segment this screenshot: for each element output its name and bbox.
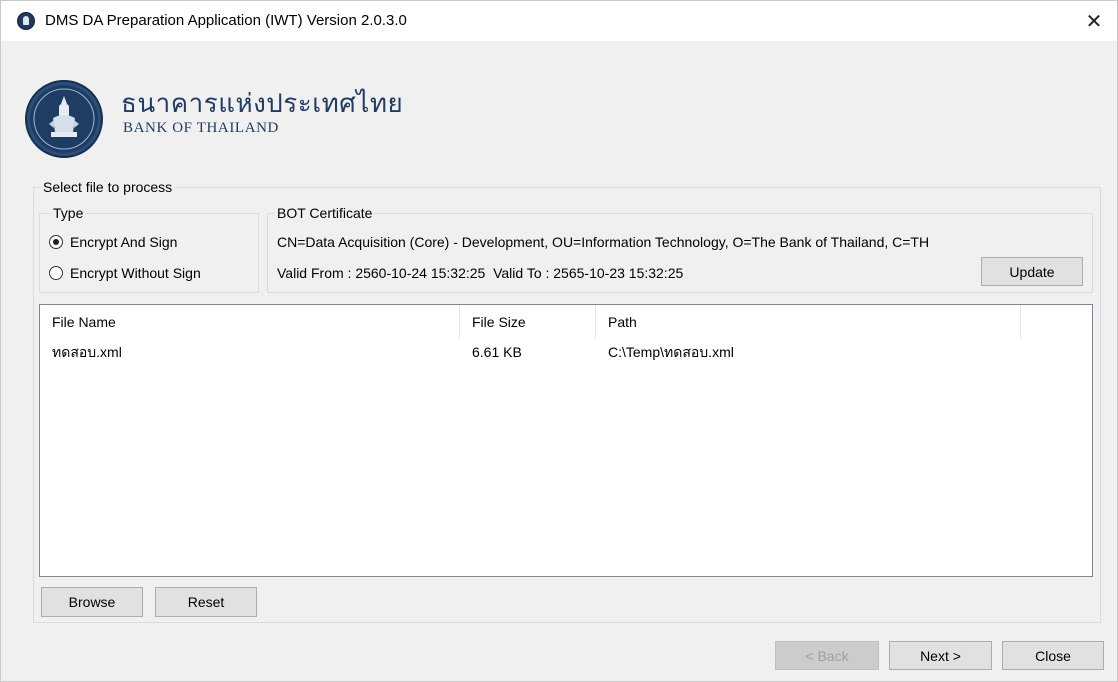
radio-label-encrypt-and-sign: Encrypt And Sign [70, 234, 178, 250]
back-button[interactable]: < Back [775, 641, 879, 670]
file-list-header: File Name File Size Path [40, 305, 1092, 339]
type-group-label: Type [51, 205, 86, 221]
type-group [39, 213, 259, 293]
select-file-group-label: Select file to process [41, 179, 175, 195]
cell-file-size: 6.61 KB [472, 344, 522, 360]
bank-english-name: BANK OF THAILAND [123, 120, 279, 136]
close-button[interactable]: Close [1002, 641, 1104, 670]
radio-encrypt-without-sign[interactable]: Encrypt Without Sign [49, 265, 201, 281]
reset-button[interactable]: Reset [155, 587, 257, 617]
radio-encrypt-and-sign[interactable]: Encrypt And Sign [49, 234, 177, 250]
certificate-validity: Valid From : 2560-10-24 15:32:25 Valid T… [277, 265, 684, 281]
bank-thai-name: ธนาคารแห่งประเทศไทย [121, 89, 404, 119]
radio-button[interactable] [49, 266, 63, 280]
certificate-subject: CN=Data Acquisition (Core) - Development… [277, 234, 930, 250]
certificate-group [267, 213, 1093, 293]
radio-button-checked[interactable] [49, 235, 63, 249]
bank-seal-logo [25, 80, 103, 158]
next-button[interactable]: Next > [889, 641, 992, 670]
cell-file-name: ทดสอบ.xml [52, 344, 122, 360]
title-bar: DMS DA Preparation Application (IWT) Ver… [1, 1, 1117, 41]
app-icon [17, 12, 35, 30]
file-list[interactable]: File Name File Size Path ทดสอบ.xml 6.61 … [39, 304, 1093, 577]
update-button[interactable]: Update [981, 257, 1083, 286]
browse-button[interactable]: Browse [41, 587, 143, 617]
window-close-button[interactable]: ✕ [1071, 1, 1117, 41]
column-header-file-name[interactable]: File Name [40, 305, 460, 339]
app-window: DMS DA Preparation Application (IWT) Ver… [0, 0, 1118, 682]
radio-label-encrypt-without-sign: Encrypt Without Sign [70, 265, 201, 281]
certificate-group-label: BOT Certificate [275, 205, 375, 221]
column-header-path[interactable]: Path [596, 305, 1021, 339]
window-title: DMS DA Preparation Application (IWT) Ver… [45, 12, 407, 29]
cell-path: C:\Temp\ทดสอบ.xml [608, 344, 734, 360]
column-header-file-size[interactable]: File Size [460, 305, 596, 339]
